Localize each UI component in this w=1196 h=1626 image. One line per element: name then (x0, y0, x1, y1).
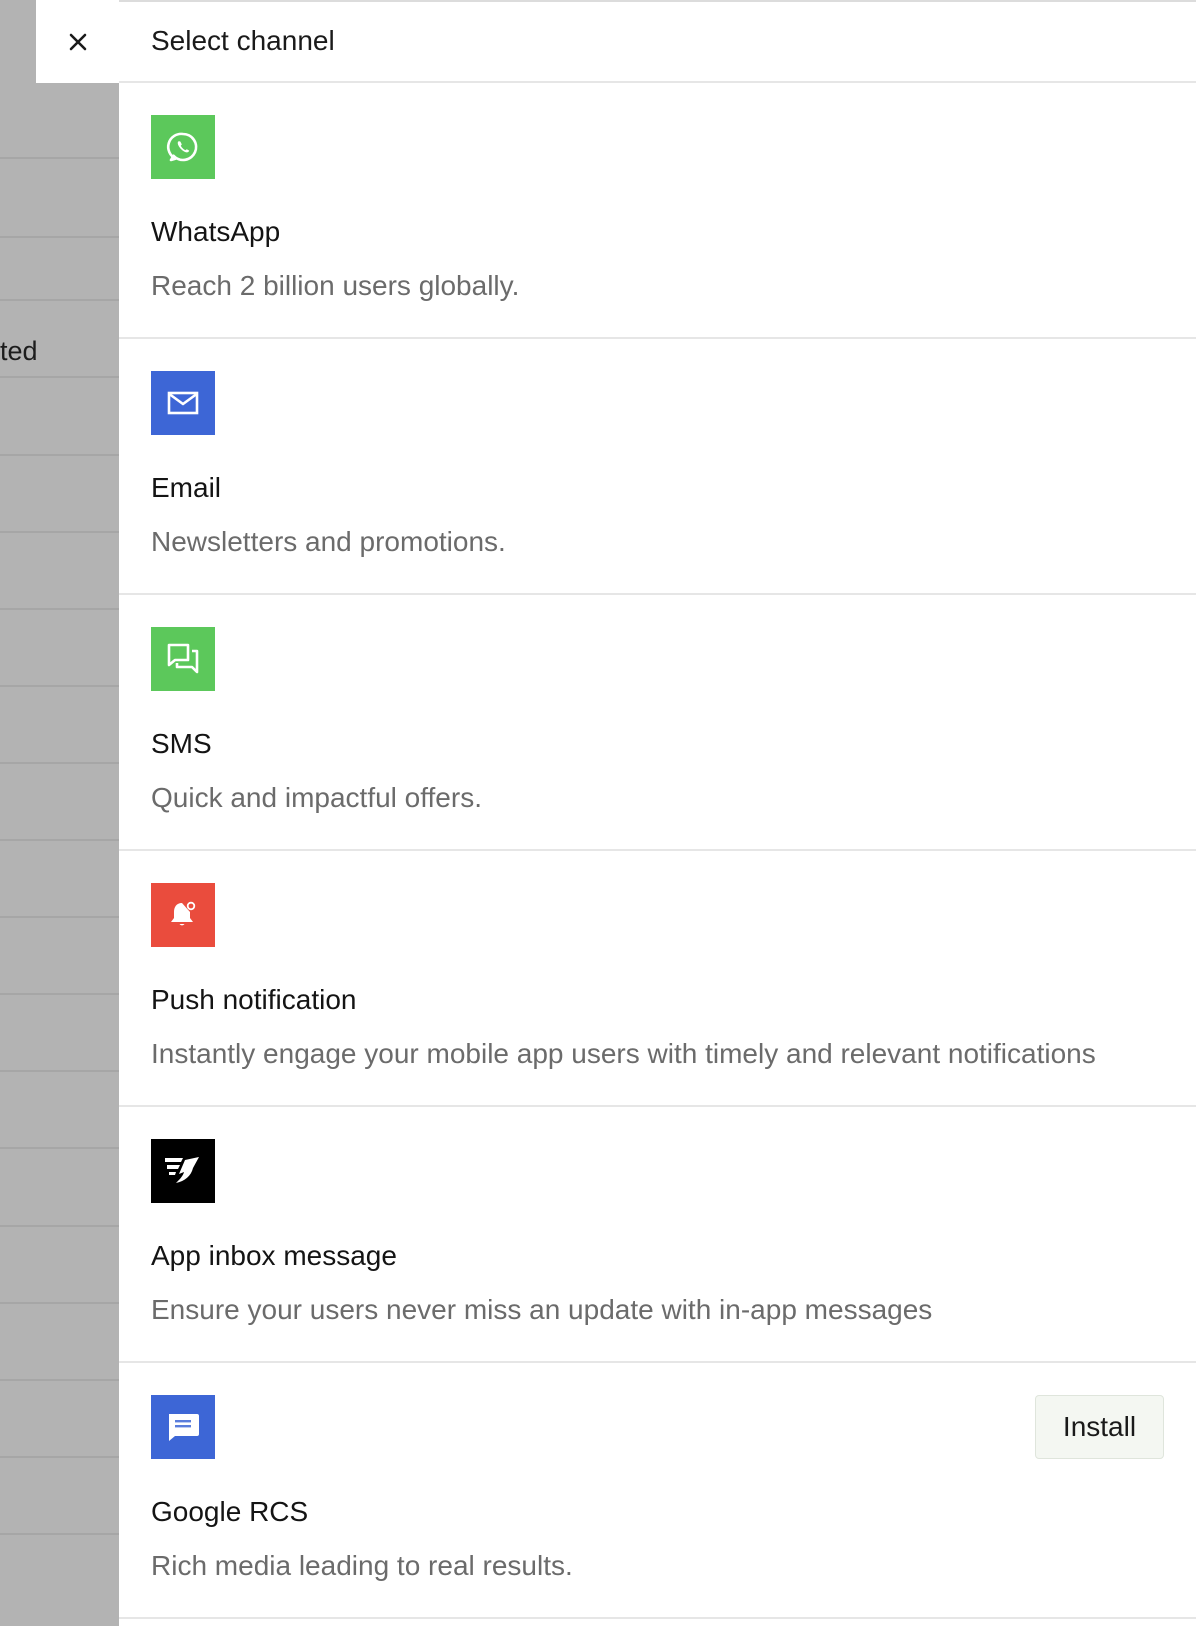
channel-description: Rich media leading to real results. (151, 1550, 573, 1581)
backdrop-divider (0, 993, 119, 995)
channel-name: WhatsApp (151, 216, 281, 247)
channel-name: Google RCS (151, 1496, 309, 1527)
screen: ted Select channel WhatsApp Reach 2 bill… (0, 0, 1196, 1626)
rcs-message-icon (151, 1395, 215, 1459)
channel-option-push-notification[interactable]: Push notification Instantly engage your … (119, 851, 1196, 1107)
channel-description: Ensure your users never miss an update w… (151, 1294, 933, 1325)
drawer-title: Select channel (151, 24, 335, 56)
backdrop-divider (0, 1147, 119, 1149)
close-icon (69, 33, 86, 50)
backdrop-divider (0, 1070, 119, 1072)
channel-option-app-inbox[interactable]: App inbox message Ensure your users neve… (119, 1107, 1196, 1363)
backdrop-divider (0, 299, 119, 301)
select-channel-drawer: Select channel WhatsApp Reach 2 billion … (119, 0, 1196, 1626)
install-button[interactable]: Install (1035, 1395, 1164, 1459)
backdrop-divider (0, 376, 119, 378)
chat-icon (151, 627, 215, 691)
channel-description: Instantly engage your mobile app users w… (151, 1038, 1096, 1069)
app-inbox-icon (151, 1139, 215, 1203)
backdrop-divider (0, 839, 119, 841)
backdrop-divider (0, 1456, 119, 1458)
backdrop-divider (0, 1302, 119, 1304)
page-backdrop[interactable]: ted (0, 0, 119, 1626)
backdrop-divider (0, 1533, 119, 1535)
channel-name: SMS (151, 728, 212, 759)
close-drawer-button[interactable] (36, 0, 119, 83)
backdrop-divider (0, 762, 119, 764)
channel-option-whatsapp[interactable]: WhatsApp Reach 2 billion users globally. (119, 83, 1196, 339)
backdrop-divider (0, 1379, 119, 1381)
channel-name: Push notification (151, 984, 357, 1015)
backdrop-divider (0, 531, 119, 533)
backdrop-divider (0, 157, 119, 159)
backdrop-partial-text: ted (0, 336, 38, 366)
channel-option-sms[interactable]: SMS Quick and impactful offers. (119, 595, 1196, 851)
channel-name: App inbox message (151, 1240, 397, 1271)
backdrop-divider (0, 454, 119, 456)
backdrop-divider (0, 685, 119, 687)
channel-option-google-rcs[interactable]: Google RCS Rich media leading to real re… (119, 1363, 1196, 1619)
channel-option-email[interactable]: Email Newsletters and promotions. (119, 339, 1196, 595)
backdrop-divider (0, 1225, 119, 1227)
whatsapp-icon (151, 115, 215, 179)
drawer-header: Select channel (119, 0, 1196, 83)
drawer-top-border (119, 0, 1196, 2)
channel-name: Email (151, 472, 222, 503)
channel-description: Reach 2 billion users globally. (151, 270, 520, 301)
bell-icon (151, 883, 215, 947)
backdrop-divider (0, 608, 119, 610)
backdrop-divider (0, 236, 119, 238)
channel-description: Quick and impactful offers. (151, 782, 482, 813)
backdrop-divider (0, 916, 119, 918)
channel-description: Newsletters and promotions. (151, 526, 506, 557)
mail-icon (151, 371, 215, 435)
